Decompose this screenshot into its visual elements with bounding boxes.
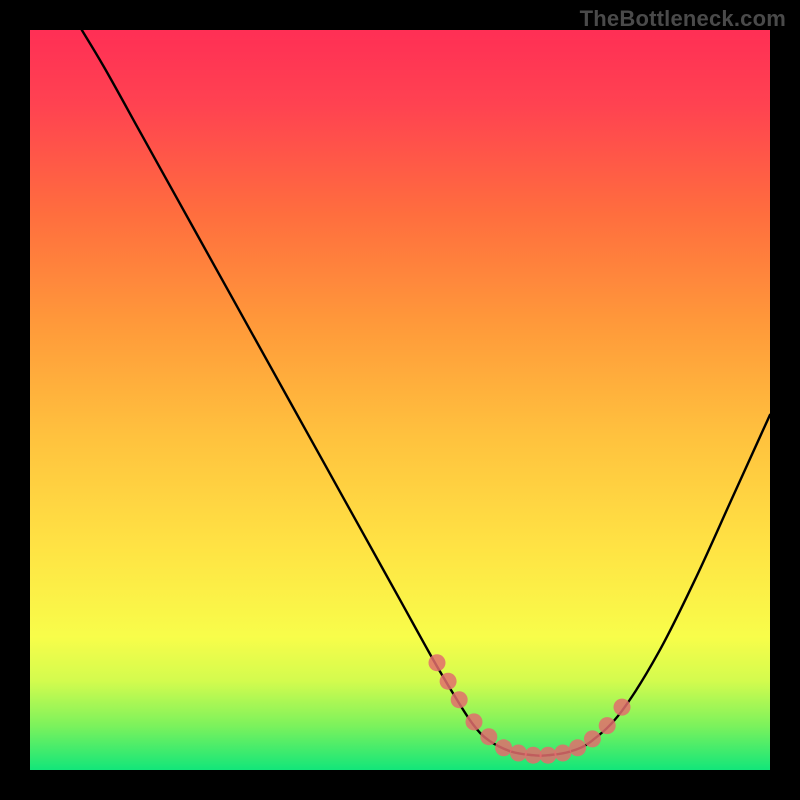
- highlight-marker: [510, 745, 527, 762]
- highlight-marker: [525, 747, 542, 764]
- highlight-marker: [584, 730, 601, 747]
- curve-svg: [30, 30, 770, 770]
- highlight-marker: [540, 747, 557, 764]
- highlight-marker: [480, 728, 497, 745]
- highlight-marker: [440, 673, 457, 690]
- highlight-marker: [554, 745, 571, 762]
- highlight-marker: [429, 654, 446, 671]
- highlight-marker: [569, 739, 586, 756]
- plot-area: [30, 30, 770, 770]
- highlight-markers-group: [429, 654, 631, 764]
- highlight-marker: [451, 691, 468, 708]
- bottleneck-curve-path: [82, 30, 770, 756]
- highlight-marker: [495, 739, 512, 756]
- highlight-marker: [614, 699, 631, 716]
- highlight-marker: [466, 713, 483, 730]
- watermark-text: TheBottleneck.com: [580, 6, 786, 32]
- highlight-marker: [599, 717, 616, 734]
- chart-frame: TheBottleneck.com: [0, 0, 800, 800]
